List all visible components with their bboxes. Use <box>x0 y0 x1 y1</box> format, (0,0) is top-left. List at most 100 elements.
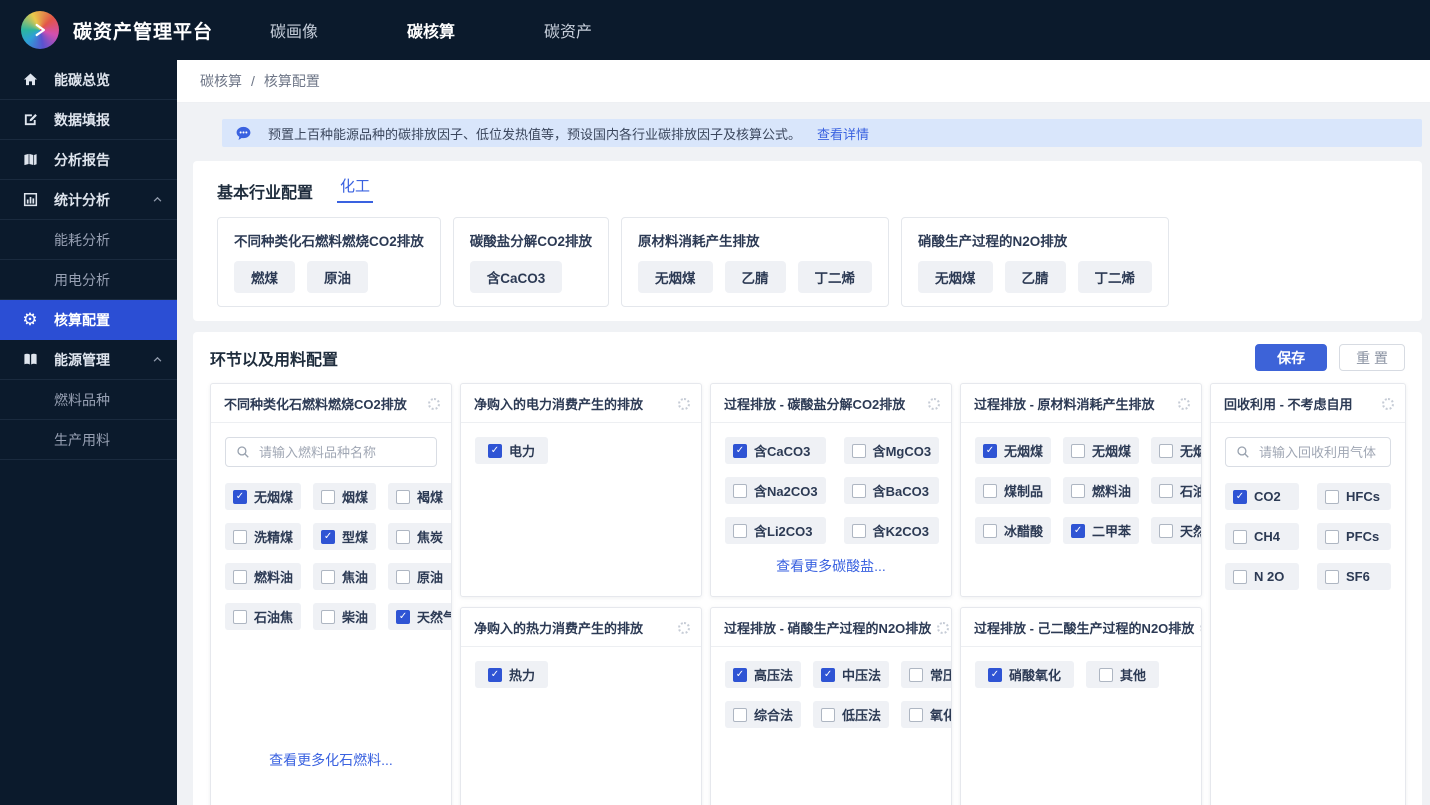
option-冰醋酸[interactable]: 冰醋酸 <box>975 517 1052 544</box>
reset-button[interactable]: 重 置 <box>1339 344 1405 371</box>
checkbox-icon[interactable] <box>233 569 247 584</box>
checkbox-icon[interactable] <box>733 707 747 722</box>
checkbox-icon[interactable] <box>983 523 997 538</box>
checkbox-icon[interactable] <box>396 569 411 584</box>
option-天然气[interactable]: 天然气 <box>1151 517 1201 544</box>
checkbox-icon[interactable] <box>1233 529 1247 544</box>
checkbox-icon[interactable] <box>1325 569 1339 584</box>
checkbox-icon[interactable] <box>1159 443 1174 458</box>
checkbox-icon[interactable]: ✓ <box>1233 489 1247 504</box>
sidebar-item-数据填报[interactable]: 数据填报 <box>0 100 177 140</box>
checkbox-icon[interactable] <box>396 529 411 544</box>
checkbox-icon[interactable] <box>733 483 747 498</box>
breadcrumb-parent[interactable]: 碳核算 <box>200 71 242 91</box>
checkbox-icon[interactable] <box>1159 483 1174 498</box>
option-氧化法[interactable]: 氧化法 <box>901 701 951 728</box>
option-高压法[interactable]: ✓ 高压法 <box>725 661 802 688</box>
option-综合法[interactable]: 综合法 <box>725 701 802 728</box>
checkbox-icon[interactable]: ✓ <box>733 443 747 458</box>
sidebar-subitem-用电分析[interactable]: 用电分析 <box>0 260 177 300</box>
option-电力[interactable]: ✓ 电力 <box>475 437 549 464</box>
checkbox-icon[interactable] <box>1233 569 1247 584</box>
option-含BaCO3[interactable]: 含BaCO3 <box>843 477 940 504</box>
checkbox-icon[interactable]: ✓ <box>488 667 502 682</box>
sidebar-item-能碳总览[interactable]: 能碳总览 <box>0 60 177 100</box>
sidebar-subitem-能耗分析[interactable]: 能耗分析 <box>0 220 177 260</box>
checkbox-icon[interactable]: ✓ <box>733 667 747 682</box>
option-含CaCO3[interactable]: ✓ 含CaCO3 <box>725 437 826 464</box>
panel-search[interactable] <box>225 437 437 467</box>
option-焦油[interactable]: 焦油 <box>313 563 377 590</box>
topbar-nav-碳核算[interactable]: 碳核算 <box>405 14 457 46</box>
checkbox-icon[interactable] <box>1325 489 1339 504</box>
checkbox-icon[interactable] <box>821 707 836 722</box>
option-无烟煤[interactable]: 无烟煤 <box>1063 437 1140 464</box>
checkbox-icon[interactable] <box>321 609 336 624</box>
checkbox-icon[interactable] <box>321 569 336 584</box>
option-石油焦[interactable]: 石油焦 <box>225 603 302 630</box>
option-CO2[interactable]: ✓ CO2 <box>1225 483 1299 510</box>
checkbox-icon[interactable] <box>851 443 866 458</box>
checkbox-icon[interactable]: ✓ <box>983 443 997 458</box>
sidebar-item-核算配置[interactable]: ⚙ 核算配置 <box>0 300 177 340</box>
checkbox-icon[interactable]: ✓ <box>396 609 411 624</box>
checkbox-icon[interactable]: ✓ <box>233 489 247 504</box>
option-含Li2CO3[interactable]: 含Li2CO3 <box>725 517 826 544</box>
checkbox-icon[interactable]: ✓ <box>1071 523 1086 538</box>
option-热力[interactable]: ✓ 热力 <box>475 661 549 688</box>
option-其他[interactable]: 其他 <box>1086 661 1160 688</box>
option-褐煤[interactable]: 褐煤 <box>388 483 451 510</box>
sidebar-item-能源管理[interactable]: 能源管理 <box>0 340 177 380</box>
panel-search-input[interactable] <box>259 444 426 460</box>
option-洗精煤[interactable]: 洗精煤 <box>225 523 302 550</box>
checkbox-icon[interactable]: ✓ <box>321 529 336 544</box>
checkbox-icon[interactable] <box>1325 529 1339 544</box>
panel-search-input[interactable] <box>1259 444 1380 460</box>
checkbox-icon[interactable]: ✓ <box>821 667 836 682</box>
option-柴油[interactable]: 柴油 <box>313 603 377 630</box>
checkbox-icon[interactable] <box>851 523 866 538</box>
option-低压法[interactable]: 低压法 <box>813 701 890 728</box>
checkbox-icon[interactable] <box>1099 667 1114 682</box>
banner-detail-link[interactable]: 查看详情 <box>817 124 869 143</box>
option-含MgCO3[interactable]: 含MgCO3 <box>843 437 940 464</box>
checkbox-icon[interactable] <box>851 483 866 498</box>
option-硝酸氧化[interactable]: ✓ 硝酸氧化 <box>975 661 1075 688</box>
checkbox-icon[interactable] <box>909 667 924 682</box>
option-天然气[interactable]: ✓天然气 <box>388 603 451 630</box>
option-含K2CO3[interactable]: 含K2CO3 <box>843 517 940 544</box>
option-无烟煤[interactable]: ✓ 无烟煤 <box>225 483 302 510</box>
checkbox-icon[interactable] <box>1071 483 1086 498</box>
checkbox-icon[interactable] <box>983 483 997 498</box>
option-PFCs[interactable]: PFCs <box>1317 523 1391 550</box>
sidebar-subitem-燃料品种[interactable]: 燃料品种 <box>0 380 177 420</box>
option-无烟煤[interactable]: ✓ 无烟煤 <box>975 437 1052 464</box>
option-石油焦[interactable]: 石油焦 <box>1151 477 1201 504</box>
checkbox-icon[interactable] <box>396 489 411 504</box>
option-烟煤[interactable]: 烟煤 <box>313 483 377 510</box>
checkbox-icon[interactable] <box>233 529 247 544</box>
option-含Na2CO3[interactable]: 含Na2CO3 <box>725 477 826 504</box>
checkbox-icon[interactable]: ✓ <box>488 443 502 458</box>
option-中压法[interactable]: ✓ 中压法 <box>813 661 890 688</box>
view-more-link[interactable]: 查看更多碳酸盐... <box>725 544 937 590</box>
option-型煤[interactable]: ✓ 型煤 <box>313 523 377 550</box>
checkbox-icon[interactable] <box>1071 443 1086 458</box>
topbar-nav-碳资产[interactable]: 碳资产 <box>542 14 594 46</box>
option-常压法[interactable]: 常压法 <box>901 661 951 688</box>
option-煤制品[interactable]: 煤制品 <box>975 477 1052 504</box>
option-SF6[interactable]: SF6 <box>1317 563 1391 590</box>
checkbox-icon[interactable]: ✓ <box>988 667 1002 682</box>
sidebar-subitem-生产用料[interactable]: 生产用料 <box>0 420 177 460</box>
option-二甲苯[interactable]: ✓ 二甲苯 <box>1063 517 1140 544</box>
option-CH4[interactable]: CH4 <box>1225 523 1299 550</box>
topbar-nav-碳画像[interactable]: 碳画像 <box>268 14 320 46</box>
save-button[interactable]: 保存 <box>1255 344 1328 371</box>
view-more-link[interactable]: 查看更多化石燃料... <box>225 738 437 805</box>
tab-chemical-industry[interactable]: 化工 <box>337 175 374 203</box>
checkbox-icon[interactable] <box>321 489 336 504</box>
option-燃料油[interactable]: 燃料油 <box>225 563 302 590</box>
checkbox-icon[interactable] <box>233 609 247 624</box>
checkbox-icon[interactable] <box>1159 523 1174 538</box>
option-原油[interactable]: 原油 <box>388 563 451 590</box>
